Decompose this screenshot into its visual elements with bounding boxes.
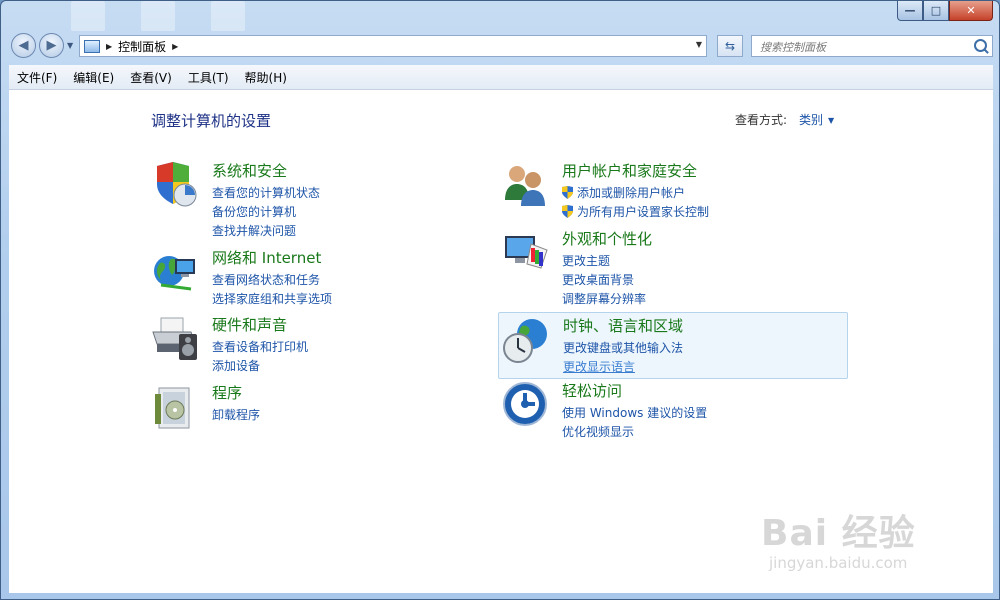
menu-tools[interactable]: 工具(T) — [180, 69, 237, 86]
back-button[interactable]: ◀ — [11, 33, 36, 58]
category-title[interactable]: 程序 — [212, 382, 242, 403]
close-button[interactable]: ✕ — [949, 1, 993, 21]
category-link[interactable]: 查找并解决问题 — [212, 222, 320, 241]
page-title: 调整计算机的设置 — [151, 112, 272, 130]
category-system-security: 系统和安全 查看您的计算机状态 备份您的计算机 查找并解决问题 — [151, 160, 501, 238]
view-by-value[interactable]: 类别 — [799, 113, 823, 127]
view-by-label: 查看方式: — [735, 113, 788, 127]
address-dropdown-icon[interactable]: ▼ — [696, 40, 702, 49]
category-title[interactable]: 网络和 Internet — [212, 247, 321, 268]
watermark-url: jingyan.baidu.com — [769, 554, 908, 572]
chevron-down-icon[interactable]: ▼ — [828, 116, 834, 125]
category-link[interactable]: 调整屏幕分辨率 — [562, 290, 646, 309]
refresh-icon: ⇆ — [724, 39, 736, 53]
category-link[interactable]: 卸载程序 — [212, 406, 260, 425]
category-network-internet: 网络和 Internet 查看网络状态和任务 选择家庭组和共享选项 — [151, 247, 501, 313]
content-pane: 调整计算机的设置 查看方式: 类别 ▼ 系统和安全 查看您的计算机状态 备份您的计… — [9, 90, 993, 593]
menu-file[interactable]: 文件(F) — [9, 69, 65, 86]
breadcrumb-chevron-icon[interactable]: ▶ — [172, 42, 178, 51]
watermark-brand: Bai 经验 — [761, 513, 916, 554]
category-programs: 程序 卸载程序 — [151, 382, 501, 448]
background-icon — [211, 1, 245, 31]
category-link[interactable]: 备份您的计算机 — [212, 203, 320, 222]
navigation-bar: ◀ ▶ ▼ ▶ 控制面板 ▶ ▼ ⇆ — [9, 31, 993, 61]
menu-edit[interactable]: 编辑(E) — [65, 69, 122, 86]
shield-icon[interactable] — [151, 160, 201, 210]
menu-help[interactable]: 帮助(H) — [237, 69, 295, 86]
globe-network-icon[interactable] — [151, 247, 201, 297]
background-taskbar-icons — [61, 1, 261, 31]
link-text[interactable]: 添加或删除用户帐户 — [577, 186, 685, 200]
category-link[interactable]: 使用 Windows 建议的设置 — [562, 404, 707, 423]
category-link[interactable]: 查看设备和打印机 — [212, 338, 308, 357]
control-panel-icon — [84, 39, 100, 53]
category-hardware-sound: 硬件和声音 查看设备和打印机 添加设备 — [151, 314, 501, 380]
refresh-button[interactable]: ⇆ — [717, 35, 743, 57]
address-bar[interactable]: ▶ 控制面板 ▶ ▼ — [79, 35, 707, 57]
monitor-palette-icon[interactable] — [501, 228, 551, 278]
category-title[interactable]: 外观和个性化 — [562, 228, 652, 249]
link-text[interactable]: 为所有用户设置家长控制 — [577, 205, 709, 219]
printer-icon[interactable] — [151, 314, 201, 364]
category-title[interactable]: 用户帐户和家庭安全 — [562, 160, 697, 181]
category-clock-language[interactable]: 时钟、语言和区域 更改键盘或其他输入法 更改显示语言 — [498, 312, 848, 379]
category-link[interactable]: 查看您的计算机状态 — [212, 184, 320, 203]
category-title[interactable]: 系统和安全 — [212, 160, 287, 181]
caption-buttons: — □ ✕ — [897, 1, 993, 21]
menu-view[interactable]: 查看(V) — [122, 69, 180, 86]
category-link[interactable]: 查看网络状态和任务 — [212, 271, 332, 290]
menu-bar: 文件(F) 编辑(E) 查看(V) 工具(T) 帮助(H) — [9, 65, 993, 90]
category-link[interactable]: 添加设备 — [212, 357, 308, 376]
category-title[interactable]: 时钟、语言和区域 — [563, 315, 683, 336]
search-input[interactable] — [758, 37, 972, 57]
programs-icon[interactable] — [151, 382, 201, 432]
maximize-button[interactable]: □ — [923, 1, 949, 21]
category-link[interactable]: 为所有用户设置家长控制 — [562, 203, 709, 222]
background-icon — [141, 1, 175, 31]
category-link[interactable]: 更改主题 — [562, 252, 646, 271]
background-icon — [71, 1, 105, 31]
search-icon[interactable] — [974, 39, 987, 52]
category-link[interactable]: 选择家庭组和共享选项 — [212, 290, 332, 309]
category-user-accounts: 用户帐户和家庭安全 添加或删除用户帐户 为所有用户设置家长控制 — [501, 160, 851, 226]
category-link-hover[interactable]: 更改显示语言 — [563, 358, 683, 377]
view-by-dropdown[interactable]: 类别 ▼ — [799, 111, 834, 128]
category-link[interactable]: 优化视频显示 — [562, 423, 707, 442]
breadcrumb-control-panel[interactable]: 控制面板 — [118, 38, 166, 55]
category-appearance: 外观和个性化 更改主题 更改桌面背景 调整屏幕分辨率 — [501, 228, 851, 306]
breadcrumb-chevron-icon[interactable]: ▶ — [106, 42, 112, 51]
category-title[interactable]: 轻松访问 — [562, 380, 622, 401]
clock-globe-icon[interactable] — [502, 316, 552, 366]
minimize-button[interactable]: — — [897, 1, 923, 21]
baidu-watermark: Bai 经验 jingyan.baidu.com — [761, 504, 916, 572]
category-title[interactable]: 硬件和声音 — [212, 314, 287, 335]
control-panel-window: — □ ✕ ◀ ▶ ▼ ▶ 控制面板 ▶ ▼ ⇆ 文件(F) 编辑(E) 查看(… — [0, 0, 1000, 600]
uac-shield-icon — [562, 186, 573, 199]
uac-shield-icon — [562, 205, 573, 218]
recent-pages-dropdown[interactable]: ▼ — [67, 41, 73, 50]
ease-of-access-icon[interactable] — [501, 380, 551, 430]
category-ease-of-access: 轻松访问 使用 Windows 建议的设置 优化视频显示 — [501, 380, 851, 446]
category-link[interactable]: 更改键盘或其他输入法 — [563, 339, 683, 358]
forward-button[interactable]: ▶ — [39, 33, 64, 58]
search-box[interactable] — [751, 35, 993, 57]
users-icon[interactable] — [501, 160, 551, 210]
category-link[interactable]: 添加或删除用户帐户 — [562, 184, 709, 203]
category-link[interactable]: 更改桌面背景 — [562, 271, 646, 290]
